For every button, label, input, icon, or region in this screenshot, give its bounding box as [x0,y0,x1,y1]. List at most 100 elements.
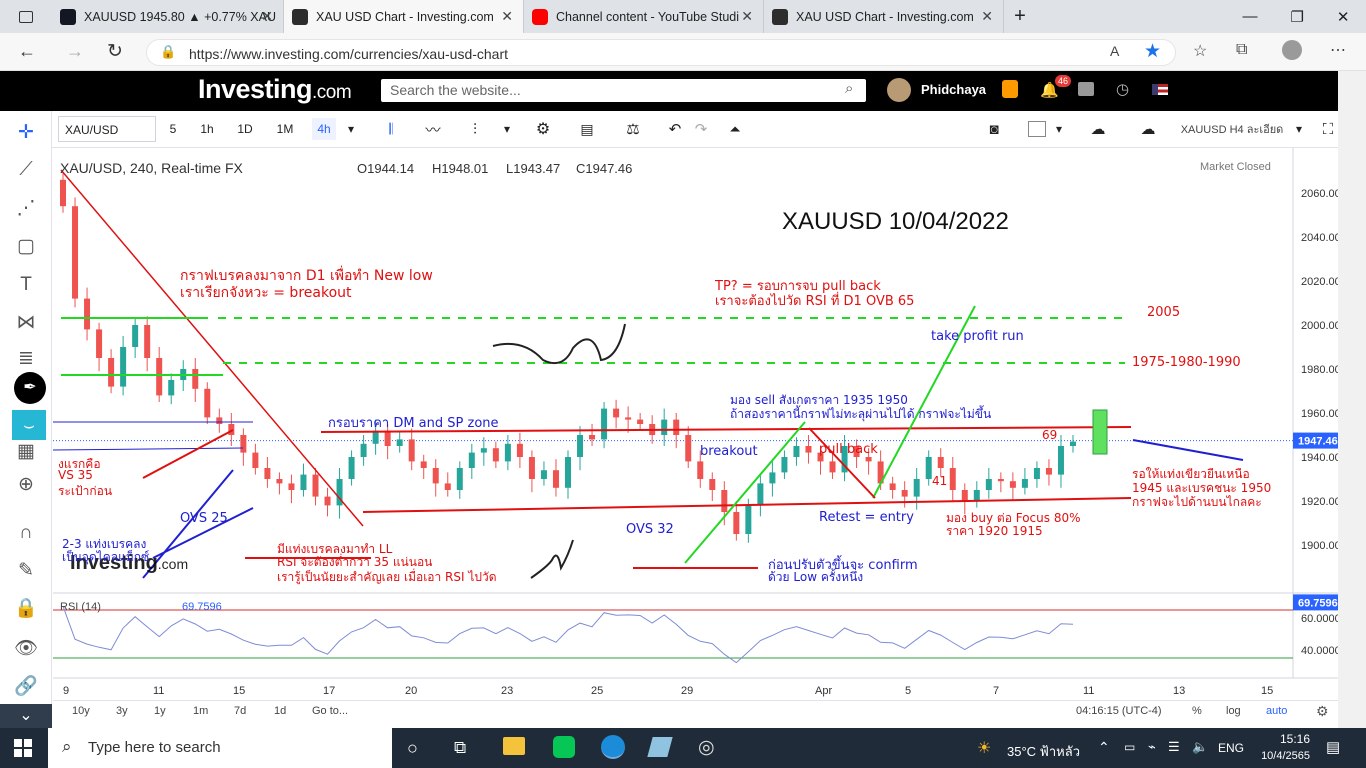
pattern-icon[interactable]: ⋈ [13,310,39,336]
tab-actions-icon[interactable] [0,0,52,33]
volume-icon[interactable]: 🔈 [1192,739,1208,755]
tab-investing-2[interactable]: XAU USD Chart - Investing.com ✕ [764,0,1004,33]
page-scrollbar[interactable] [1338,71,1366,728]
symbol-input[interactable]: XAU/USD [58,116,156,142]
lock-drawings-icon[interactable]: 🔒 [13,596,39,622]
pen-tool-icon[interactable]: ✒ [14,372,46,404]
edge-icon[interactable] [601,735,625,759]
range-button[interactable]: Go to... [312,705,348,717]
range-button[interactable]: 1y [154,705,166,717]
favorite-star-icon[interactable]: ★ [1144,40,1161,63]
tray-app-icon[interactable]: ▭ [1124,740,1135,754]
user-name[interactable]: Phidchaya [921,82,986,97]
refresh-icon[interactable]: ↻ [107,40,123,63]
magnet-icon[interactable]: ∩ [13,520,39,546]
url-field[interactable]: https://www.investing.com/currencies/xau… [146,39,1176,66]
notifications-icon[interactable]: ▤ [1326,738,1340,756]
text-tool-icon[interactable]: T [13,272,39,298]
lock-icon[interactable]: 🔒 [160,44,176,60]
close-tab-icon[interactable]: ✕ [981,8,993,25]
read-aloud-icon[interactable]: A [1110,43,1119,59]
trendline-icon[interactable]: ⟋ [13,157,39,183]
stay-drawing-icon[interactable]: ✎ [13,558,39,584]
range-button[interactable]: 1m [193,705,208,717]
fib-icon[interactable]: ⋰ [13,196,39,222]
zoom-icon[interactable]: ⊕ [13,472,39,498]
collections-icon[interactable]: ⧉ [1236,41,1247,59]
windows-start-icon[interactable] [14,739,32,757]
clock-date[interactable]: 10/4/2565 [1242,750,1310,762]
alert-icon[interactable]: ⏶ [724,118,746,140]
range-button[interactable]: 10y [72,705,90,717]
undo-icon[interactable]: ↶ [664,118,686,140]
smile-icon[interactable]: ⌣ [12,410,46,440]
forward-icon[interactable]: → [66,41,84,62]
avatar[interactable] [887,78,911,102]
language-indicator[interactable]: ENG [1218,741,1244,755]
interval-4h[interactable]: 4h [312,118,336,140]
close-tab-icon[interactable]: ✕ [741,8,753,25]
tray-chevron-icon[interactable]: ⌃ [1098,739,1110,756]
chart-settings-icon[interactable]: ⚙ [1316,703,1329,720]
line-app-icon[interactable] [553,736,575,758]
indicators-icon[interactable]: ▤ [576,118,598,140]
interval-dropdown-icon[interactable]: ▾ [344,118,358,140]
compare-icon[interactable]: ⚖ [622,118,644,140]
file-explorer-icon[interactable] [503,737,525,755]
pro-badge-icon[interactable] [1002,80,1018,98]
network-icon[interactable]: ⌁ [1148,739,1156,755]
link-icon[interactable]: 🔗 [13,674,39,700]
taskbar-search[interactable]: Type here to search [48,728,392,768]
close-window-icon[interactable]: ✕ [1337,8,1350,26]
chart-color-icon[interactable] [1028,121,1046,137]
interval-1h[interactable]: 1h [196,118,218,140]
eye-icon[interactable]: 👁 [13,636,39,662]
back-icon[interactable]: ← [18,41,36,62]
settings-gear-icon[interactable]: ⚙ [532,118,554,140]
minimize-icon[interactable]: — [1242,8,1257,26]
range-button[interactable]: 1d [274,705,286,717]
clock-time[interactable]: 15:16 [1256,732,1310,746]
site-search-input[interactable]: Search the website... [381,79,866,102]
cloud-up-icon[interactable]: ☁ [1136,118,1160,140]
fullscreen-icon[interactable]: ⛶ [1318,118,1338,140]
auto-toggle[interactable]: auto [1266,705,1287,717]
price-chart[interactable]: 2060.00 2040.00 2020.00 2000.00 1980.00 1960.… [53,148,1338,700]
candles-icon[interactable]: 𝄃 [380,118,402,140]
new-tab-button[interactable]: + [1004,5,1036,28]
rectangle-icon[interactable]: ▢ [13,234,39,260]
site-logo[interactable]: Investing.com [198,74,352,105]
tab-youtube[interactable]: Channel content - YouTube Studi ✕ [524,0,764,33]
weather-text[interactable]: 35°C ฟ้าหลัว [1007,741,1080,762]
more-menu-icon[interactable]: ⋯ [1330,40,1346,60]
interval-5[interactable]: 5 [162,118,184,140]
percent-toggle[interactable]: % [1192,705,1202,717]
cortana-icon[interactable]: ○ [407,738,418,759]
cloud-down-icon[interactable]: ☁ [1086,118,1110,140]
interval-1m[interactable]: 1M [272,118,298,140]
tab-investing-active[interactable]: XAU USD Chart - Investing.com ✕ [284,0,524,33]
log-toggle[interactable]: log [1226,705,1241,717]
tab-xauusd-tv[interactable]: XAUUSD 1945.80 ▲ +0.77% XAU ✕ [52,0,284,33]
task-view-icon[interactable]: ⧉ [454,738,466,758]
clock-icon[interactable]: ◷ [1116,80,1129,98]
line-chart-icon[interactable]: 〰 [422,118,444,140]
crosshair-icon[interactable]: ✛ [13,120,39,146]
search-icon[interactable]: ⌕ [845,80,853,97]
bars-icon[interactable]: ⫶ [464,118,486,140]
layout-name[interactable]: XAUUSD H4 ละเอียด [1176,118,1288,140]
wifi-icon[interactable]: ☰ [1168,739,1180,755]
portfolio-icon[interactable] [1078,82,1094,96]
color-dropdown-icon[interactable]: ▾ [1052,118,1066,140]
forecast-icon[interactable]: ≣ [13,346,39,372]
obs-icon[interactable]: ◎ [698,736,715,759]
measure-icon[interactable]: ▦ [13,439,39,465]
range-button[interactable]: 3y [116,705,128,717]
layout-dropdown-icon[interactable]: ▾ [1292,118,1306,140]
restore-icon[interactable]: ❐ [1290,8,1303,26]
chart-type-dropdown-icon[interactable]: ▾ [500,118,514,140]
close-tab-icon[interactable]: ✕ [261,8,273,25]
range-button[interactable]: 7d [234,705,246,717]
interval-1d[interactable]: 1D [232,118,258,140]
weather-icon[interactable]: ☀ [977,738,991,758]
